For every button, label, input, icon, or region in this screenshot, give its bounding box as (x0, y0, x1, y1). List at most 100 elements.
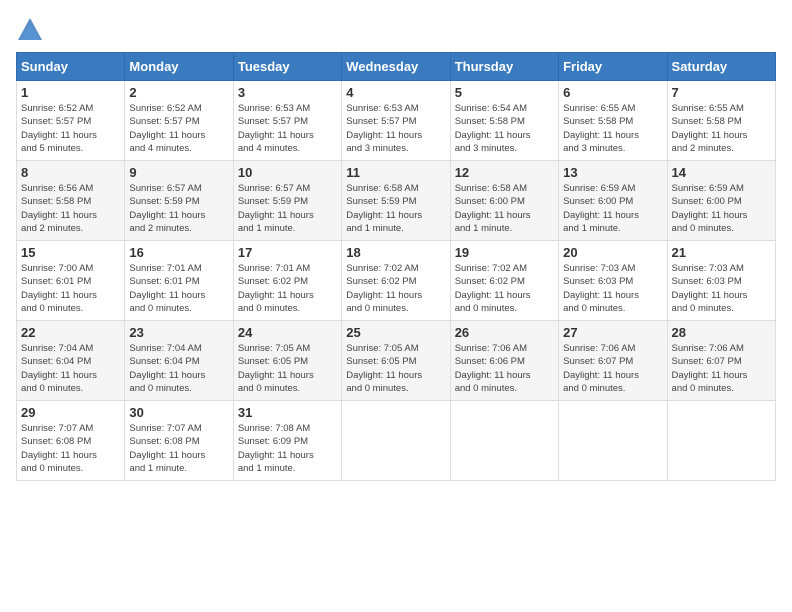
page-header (16, 16, 776, 44)
day-number: 25 (346, 325, 445, 340)
day-info: Sunrise: 6:55 AM Sunset: 5:58 PM Dayligh… (672, 102, 771, 155)
day-number: 6 (563, 85, 662, 100)
day-info: Sunrise: 7:03 AM Sunset: 6:03 PM Dayligh… (672, 262, 771, 315)
day-info: Sunrise: 6:58 AM Sunset: 6:00 PM Dayligh… (455, 182, 554, 235)
calendar-cell: 21Sunrise: 7:03 AM Sunset: 6:03 PM Dayli… (667, 241, 775, 321)
calendar-cell: 4 Sunrise: 6:53 AM Sunset: 5:57 PM Daylig… (342, 81, 450, 161)
day-info: Sunrise: 7:01 AM Sunset: 6:01 PM Dayligh… (129, 262, 228, 315)
day-info: Sunrise: 6:58 AM Sunset: 5:59 PM Dayligh… (346, 182, 445, 235)
calendar-cell: 15 Sunrise: 7:00 AM Sunset: 6:01 PM Dayli… (17, 241, 125, 321)
day-number: 15 (21, 245, 120, 260)
header-day-sunday: Sunday (17, 53, 125, 81)
calendar-week-2: 8 Sunrise: 6:56 AM Sunset: 5:58 PM Daylig… (17, 161, 776, 241)
day-number: 10 (238, 165, 337, 180)
day-number: 20 (563, 245, 662, 260)
calendar-cell: 2 Sunrise: 6:52 AM Sunset: 5:57 PM Daylig… (125, 81, 233, 161)
calendar-cell: 3Sunrise: 6:53 AM Sunset: 5:57 PM Daylig… (233, 81, 341, 161)
day-info: Sunrise: 6:53 AM Sunset: 5:57 PM Dayligh… (346, 102, 445, 155)
day-number: 31 (238, 405, 337, 420)
day-info: Sunrise: 7:00 AM Sunset: 6:01 PM Dayligh… (21, 262, 120, 315)
calendar-week-1: 1 Sunrise: 6:52 AM Sunset: 5:57 PM Daylig… (17, 81, 776, 161)
day-info: Sunrise: 7:07 AM Sunset: 6:08 PM Dayligh… (21, 422, 120, 475)
day-info: Sunrise: 7:04 AM Sunset: 6:04 PM Dayligh… (129, 342, 228, 395)
calendar-header: SundayMondayTuesdayWednesdayThursdayFrid… (17, 53, 776, 81)
logo (16, 16, 48, 44)
day-info: Sunrise: 7:04 AM Sunset: 6:04 PM Dayligh… (21, 342, 120, 395)
calendar-cell: 18 Sunrise: 7:02 AM Sunset: 6:02 PM Dayli… (342, 241, 450, 321)
calendar-cell: 12 Sunrise: 6:58 AM Sunset: 6:00 PM Dayli… (450, 161, 558, 241)
header-row: SundayMondayTuesdayWednesdayThursdayFrid… (17, 53, 776, 81)
calendar-week-5: 29Sunrise: 7:07 AM Sunset: 6:08 PM Dayli… (17, 401, 776, 481)
calendar-cell: 29Sunrise: 7:07 AM Sunset: 6:08 PM Dayli… (17, 401, 125, 481)
day-number: 4 (346, 85, 445, 100)
calendar-cell: 11 Sunrise: 6:58 AM Sunset: 5:59 PM Dayli… (342, 161, 450, 241)
day-number: 18 (346, 245, 445, 260)
day-number: 14 (672, 165, 771, 180)
day-number: 7 (672, 85, 771, 100)
day-number: 19 (455, 245, 554, 260)
day-info: Sunrise: 7:07 AM Sunset: 6:08 PM Dayligh… (129, 422, 228, 475)
day-number: 3 (238, 85, 337, 100)
day-info: Sunrise: 6:52 AM Sunset: 5:57 PM Dayligh… (129, 102, 228, 155)
day-number: 12 (455, 165, 554, 180)
header-day-saturday: Saturday (667, 53, 775, 81)
calendar-cell: 23 Sunrise: 7:04 AM Sunset: 6:04 PM Dayli… (125, 321, 233, 401)
calendar-cell: 24Sunrise: 7:05 AM Sunset: 6:05 PM Dayli… (233, 321, 341, 401)
day-info: Sunrise: 6:57 AM Sunset: 5:59 PM Dayligh… (129, 182, 228, 235)
day-info: Sunrise: 7:08 AM Sunset: 6:09 PM Dayligh… (238, 422, 337, 475)
day-number: 8 (21, 165, 120, 180)
calendar-cell: 19 Sunrise: 7:02 AM Sunset: 6:02 PM Dayli… (450, 241, 558, 321)
day-info: Sunrise: 7:06 AM Sunset: 6:07 PM Dayligh… (672, 342, 771, 395)
calendar-body: 1 Sunrise: 6:52 AM Sunset: 5:57 PM Daylig… (17, 81, 776, 481)
calendar-cell: 26 Sunrise: 7:06 AM Sunset: 6:06 PM Dayli… (450, 321, 558, 401)
calendar-cell: 1 Sunrise: 6:52 AM Sunset: 5:57 PM Daylig… (17, 81, 125, 161)
day-number: 24 (238, 325, 337, 340)
calendar-cell: 27Sunrise: 7:06 AM Sunset: 6:07 PM Dayli… (559, 321, 667, 401)
calendar-cell: 7 Sunrise: 6:55 AM Sunset: 5:58 PM Daylig… (667, 81, 775, 161)
calendar-cell: 17Sunrise: 7:01 AM Sunset: 6:02 PM Dayli… (233, 241, 341, 321)
day-info: Sunrise: 6:55 AM Sunset: 5:58 PM Dayligh… (563, 102, 662, 155)
header-day-tuesday: Tuesday (233, 53, 341, 81)
calendar-table: SundayMondayTuesdayWednesdayThursdayFrid… (16, 52, 776, 481)
calendar-cell: 28 Sunrise: 7:06 AM Sunset: 6:07 PM Dayli… (667, 321, 775, 401)
logo-icon (16, 16, 44, 44)
calendar-cell (667, 401, 775, 481)
day-number: 22 (21, 325, 120, 340)
calendar-cell: 22 Sunrise: 7:04 AM Sunset: 6:04 PM Dayli… (17, 321, 125, 401)
calendar-cell: 20 Sunrise: 7:03 AM Sunset: 6:03 PM Dayli… (559, 241, 667, 321)
day-info: Sunrise: 7:02 AM Sunset: 6:02 PM Dayligh… (346, 262, 445, 315)
day-info: Sunrise: 6:57 AM Sunset: 5:59 PM Dayligh… (238, 182, 337, 235)
calendar-cell: 25 Sunrise: 7:05 AM Sunset: 6:05 PM Dayli… (342, 321, 450, 401)
day-info: Sunrise: 6:59 AM Sunset: 6:00 PM Dayligh… (672, 182, 771, 235)
header-day-wednesday: Wednesday (342, 53, 450, 81)
day-number: 1 (21, 85, 120, 100)
calendar-cell: 13 Sunrise: 6:59 AM Sunset: 6:00 PM Dayli… (559, 161, 667, 241)
calendar-cell: 9 Sunrise: 6:57 AM Sunset: 5:59 PM Daylig… (125, 161, 233, 241)
calendar-cell: 6 Sunrise: 6:55 AM Sunset: 5:58 PM Daylig… (559, 81, 667, 161)
header-day-friday: Friday (559, 53, 667, 81)
day-number: 28 (672, 325, 771, 340)
day-info: Sunrise: 7:02 AM Sunset: 6:02 PM Dayligh… (455, 262, 554, 315)
day-info: Sunrise: 6:56 AM Sunset: 5:58 PM Dayligh… (21, 182, 120, 235)
day-info: Sunrise: 6:52 AM Sunset: 5:57 PM Dayligh… (21, 102, 120, 155)
day-number: 9 (129, 165, 228, 180)
day-info: Sunrise: 7:05 AM Sunset: 6:05 PM Dayligh… (346, 342, 445, 395)
day-number: 27 (563, 325, 662, 340)
calendar-cell: 10 Sunrise: 6:57 AM Sunset: 5:59 PM Dayli… (233, 161, 341, 241)
calendar-cell: 30Sunrise: 7:07 AM Sunset: 6:08 PM Dayli… (125, 401, 233, 481)
header-day-monday: Monday (125, 53, 233, 81)
day-number: 13 (563, 165, 662, 180)
day-number: 23 (129, 325, 228, 340)
day-info: Sunrise: 7:06 AM Sunset: 6:06 PM Dayligh… (455, 342, 554, 395)
day-info: Sunrise: 6:54 AM Sunset: 5:58 PM Dayligh… (455, 102, 554, 155)
day-info: Sunrise: 6:59 AM Sunset: 6:00 PM Dayligh… (563, 182, 662, 235)
calendar-cell (450, 401, 558, 481)
day-number: 11 (346, 165, 445, 180)
calendar-cell (559, 401, 667, 481)
day-number: 26 (455, 325, 554, 340)
calendar-cell: 16Sunrise: 7:01 AM Sunset: 6:01 PM Dayli… (125, 241, 233, 321)
calendar-cell (342, 401, 450, 481)
day-info: Sunrise: 7:03 AM Sunset: 6:03 PM Dayligh… (563, 262, 662, 315)
day-number: 2 (129, 85, 228, 100)
day-number: 17 (238, 245, 337, 260)
